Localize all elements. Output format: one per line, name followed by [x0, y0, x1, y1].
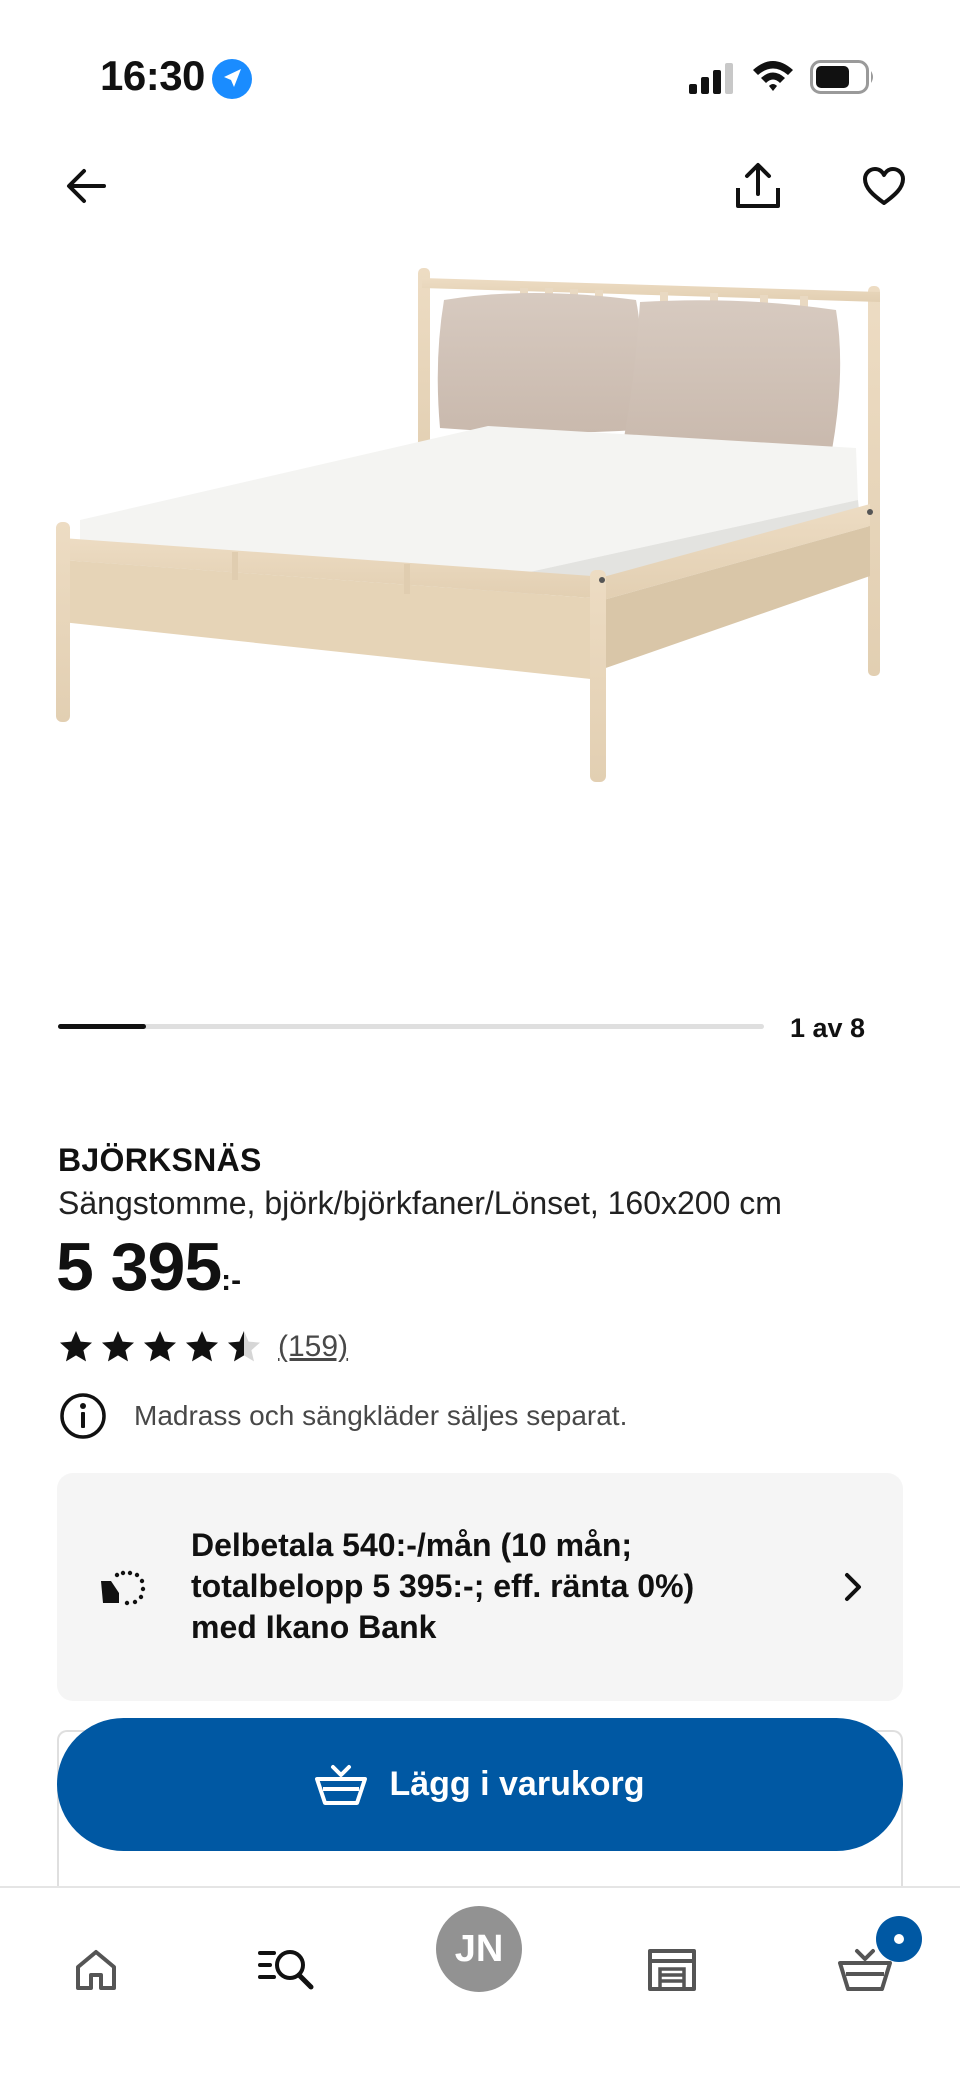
cart-badge — [876, 1916, 922, 1962]
cart-badge-dot — [894, 1934, 904, 1944]
star-icon — [60, 1331, 92, 1362]
star-icon — [144, 1331, 176, 1362]
bottom-navigation: JN — [0, 1886, 960, 2087]
status-bar: 16:30 — [0, 0, 960, 150]
product-price: 5 395:- — [56, 1233, 241, 1301]
home-icon — [76, 1950, 116, 1990]
price-suffix: :- — [221, 1264, 242, 1297]
share-icon — [736, 163, 780, 208]
cart-icon — [315, 1764, 368, 1805]
carousel-progress-fill — [58, 1024, 147, 1029]
nav-search[interactable] — [254, 1936, 318, 2000]
notice-text: Madrass och sängkläder säljes separat. — [134, 1400, 628, 1431]
nav-home[interactable] — [64, 1938, 128, 2002]
price-value: 5 395 — [56, 1229, 222, 1305]
product-notice: Madrass och sängkläder säljes separat. — [58, 1390, 627, 1442]
financing-text: Delbetala 540:-/mån (10 mån; totalbelopp… — [191, 1527, 695, 1645]
star-icon — [228, 1331, 260, 1362]
product-image[interactable] — [0, 250, 960, 810]
info-icon — [60, 1393, 106, 1439]
back-arrow-icon — [67, 169, 106, 203]
battery-icon — [810, 60, 873, 94]
product-rating[interactable]: (159) — [58, 1327, 348, 1367]
location-arrow-icon — [212, 59, 252, 99]
heart-icon — [863, 167, 905, 205]
installment-icon — [101, 1570, 146, 1606]
carousel-progress — [58, 1024, 764, 1029]
nav-profile-avatar[interactable]: JN — [436, 1906, 522, 1992]
product-name: BJÖRKSNÄS — [58, 1142, 262, 1178]
status-time: 16:30 — [100, 52, 205, 99]
star-icon — [186, 1331, 218, 1362]
share-button[interactable] — [726, 154, 790, 218]
favorite-button[interactable] — [852, 154, 916, 218]
review-count-link[interactable]: (159) — [278, 1330, 348, 1364]
chevron-right-icon — [845, 1573, 861, 1601]
wifi-icon — [753, 61, 793, 91]
signal-icon — [689, 63, 733, 94]
financing-card[interactable]: Delbetala 540:-/mån (10 mån; totalbelopp… — [57, 1473, 903, 1701]
add-to-cart-button[interactable]: Lägg i varukorg — [57, 1718, 903, 1851]
product-description: Sängstomme, björk/björkfaner/Lönset, 160… — [58, 1185, 782, 1221]
rating-stars — [58, 1329, 262, 1365]
add-to-cart-label: Lägg i varukorg — [389, 1765, 645, 1803]
store-icon — [648, 1949, 696, 1991]
carousel-counter: 1 av 8 — [790, 1013, 866, 1043]
star-icon — [102, 1331, 134, 1362]
nav-store[interactable] — [640, 1938, 704, 2002]
back-button[interactable] — [54, 154, 118, 218]
search-icon — [258, 1950, 314, 1990]
